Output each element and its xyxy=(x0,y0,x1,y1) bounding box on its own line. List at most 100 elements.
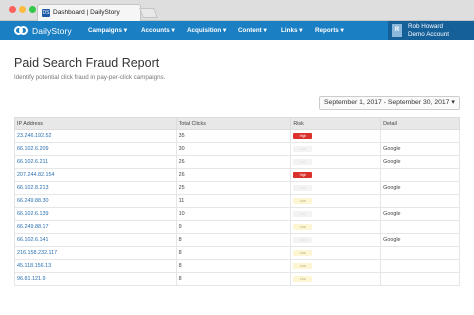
ip-address-link[interactable]: 66.102.6.139 xyxy=(14,207,177,221)
table-header-row: IP Address Total Clicks Risk Detail xyxy=(14,117,460,130)
risk-badge: Low xyxy=(293,211,313,217)
detail-cell xyxy=(380,246,460,260)
brand-name: DailyStory xyxy=(32,25,72,36)
ip-address-link[interactable]: 66.102.6.141 xyxy=(14,233,177,247)
risk-badge: Low xyxy=(293,250,313,256)
risk-cell: Low xyxy=(290,220,382,234)
ip-address-link[interactable]: 66.249.88.17 xyxy=(14,220,177,234)
user-menu[interactable]: R Rob Howard Demo Account xyxy=(388,21,474,40)
total-clicks-cell: 26 xyxy=(175,155,292,169)
total-clicks-cell: 8 xyxy=(175,272,292,286)
new-tab-button[interactable] xyxy=(139,8,158,18)
column-header-risk[interactable]: Risk xyxy=(290,117,382,130)
risk-cell: Low xyxy=(290,259,382,273)
detail-cell xyxy=(380,129,460,143)
ip-address-link[interactable]: 45.118.156.13 xyxy=(14,259,177,273)
table-row: 66.102.6.141 8 Low Google xyxy=(14,233,460,247)
infinity-logo-icon xyxy=(14,26,29,35)
page-subtitle: Identify potential click fraud in pay-pe… xyxy=(14,74,166,81)
ip-address-link[interactable]: 66.102.6.211 xyxy=(14,155,177,169)
detail-cell: Google xyxy=(380,155,460,169)
avatar: R xyxy=(392,24,402,37)
risk-cell: Low xyxy=(290,246,382,260)
menu-reports[interactable]: Reports ▾ xyxy=(315,21,344,40)
detail-cell xyxy=(380,220,460,234)
close-window-button[interactable] xyxy=(9,6,16,13)
table-row: 66.102.8.213 25 Low Google xyxy=(14,181,460,195)
page-title: Paid Search Fraud Report xyxy=(14,56,160,70)
total-clicks-cell: 8 xyxy=(175,233,292,247)
risk-badge: Low xyxy=(293,185,313,191)
risk-badge: Low xyxy=(293,263,313,269)
risk-cell: Low xyxy=(290,142,382,156)
column-header-ip[interactable]: IP Address xyxy=(14,117,177,130)
brand-logo[interactable]: DailyStory xyxy=(14,25,72,36)
detail-cell xyxy=(380,194,460,208)
table-row: 66.102.6.139 10 Low Google xyxy=(14,207,460,221)
risk-cell: Low xyxy=(290,155,382,169)
column-header-clicks[interactable]: Total Clicks xyxy=(175,117,292,130)
ip-address-link[interactable]: 66.102.8.213 xyxy=(14,181,177,195)
table-row: 45.118.156.13 8 Low xyxy=(14,259,460,273)
total-clicks-cell: 30 xyxy=(175,142,292,156)
menu-campaigns[interactable]: Campaigns ▾ xyxy=(88,21,127,40)
ip-address-link[interactable]: 96.81.121.9 xyxy=(14,272,177,286)
risk-cell: Low xyxy=(290,233,382,247)
browser-tab[interactable]: DS Dashboard | DailyStory xyxy=(37,4,141,21)
table-row: 216.158.232.117 8 Low xyxy=(14,246,460,260)
table-row: 207.244.82.154 26 High xyxy=(14,168,460,182)
risk-badge: Low xyxy=(293,237,313,243)
ip-address-link[interactable]: 216.158.232.117 xyxy=(14,246,177,260)
ip-address-link[interactable]: 66.102.6.209 xyxy=(14,142,177,156)
total-clicks-cell: 8 xyxy=(175,259,292,273)
maximize-window-button[interactable] xyxy=(29,6,36,13)
detail-cell: Google xyxy=(380,233,460,247)
user-name: Rob Howard xyxy=(408,23,443,30)
menu-links[interactable]: Links ▾ xyxy=(281,21,302,40)
detail-cell xyxy=(380,168,460,182)
top-navbar: DailyStory Campaigns ▾ Accounts ▾ Acquis… xyxy=(0,21,474,40)
total-clicks-cell: 26 xyxy=(175,168,292,182)
total-clicks-cell: 9 xyxy=(175,220,292,234)
table-row: 66.249.88.17 9 Low xyxy=(14,220,460,234)
table-row: 96.81.121.9 8 Low xyxy=(14,272,460,286)
risk-cell: Low xyxy=(290,194,382,208)
risk-badge: Low xyxy=(293,159,313,165)
table-row: 66.249.88.30 11 Low xyxy=(14,194,460,208)
menu-accounts[interactable]: Accounts ▾ xyxy=(141,21,175,40)
total-clicks-cell: 11 xyxy=(175,194,292,208)
minimize-window-button[interactable] xyxy=(19,6,26,13)
table-row: 66.102.6.211 26 Low Google xyxy=(14,155,460,169)
menu-acquisition[interactable]: Acquisition ▾ xyxy=(187,21,226,40)
menu-content[interactable]: Content ▾ xyxy=(238,21,267,40)
ip-address-link[interactable]: 66.249.88.30 xyxy=(14,194,177,208)
risk-cell: Low xyxy=(290,181,382,195)
risk-cell: High xyxy=(290,168,382,182)
risk-badge: High xyxy=(293,133,313,139)
total-clicks-cell: 10 xyxy=(175,207,292,221)
detail-cell xyxy=(380,272,460,286)
total-clicks-cell: 35 xyxy=(175,129,292,143)
table-row: 23.246.192.52 35 High xyxy=(14,129,460,143)
ip-address-link[interactable]: 207.244.82.154 xyxy=(14,168,177,182)
detail-cell: Google xyxy=(380,181,460,195)
browser-chrome: DS Dashboard | DailyStory xyxy=(0,0,474,21)
table-row: 66.102.6.209 30 Low Google xyxy=(14,142,460,156)
fraud-report-table: IP Address Total Clicks Risk Detail 23.2… xyxy=(14,117,460,286)
account-name: Demo Account xyxy=(408,30,449,38)
detail-cell: Google xyxy=(380,142,460,156)
dailystory-favicon-icon: DS xyxy=(42,9,50,17)
ip-address-link[interactable]: 23.246.192.52 xyxy=(14,129,177,143)
total-clicks-cell: 8 xyxy=(175,246,292,260)
risk-badge: High xyxy=(293,172,313,178)
detail-cell: Google xyxy=(380,207,460,221)
column-header-detail[interactable]: Detail xyxy=(380,117,460,130)
date-range-picker[interactable]: September 1, 2017 - September 30, 2017 ▾ xyxy=(319,96,460,110)
detail-cell xyxy=(380,259,460,273)
risk-cell: Low xyxy=(290,207,382,221)
risk-cell: Low xyxy=(290,272,382,286)
risk-badge: Low xyxy=(293,224,313,230)
risk-badge: Low xyxy=(293,198,313,204)
risk-cell: High xyxy=(290,129,382,143)
risk-badge: Low xyxy=(293,146,313,152)
